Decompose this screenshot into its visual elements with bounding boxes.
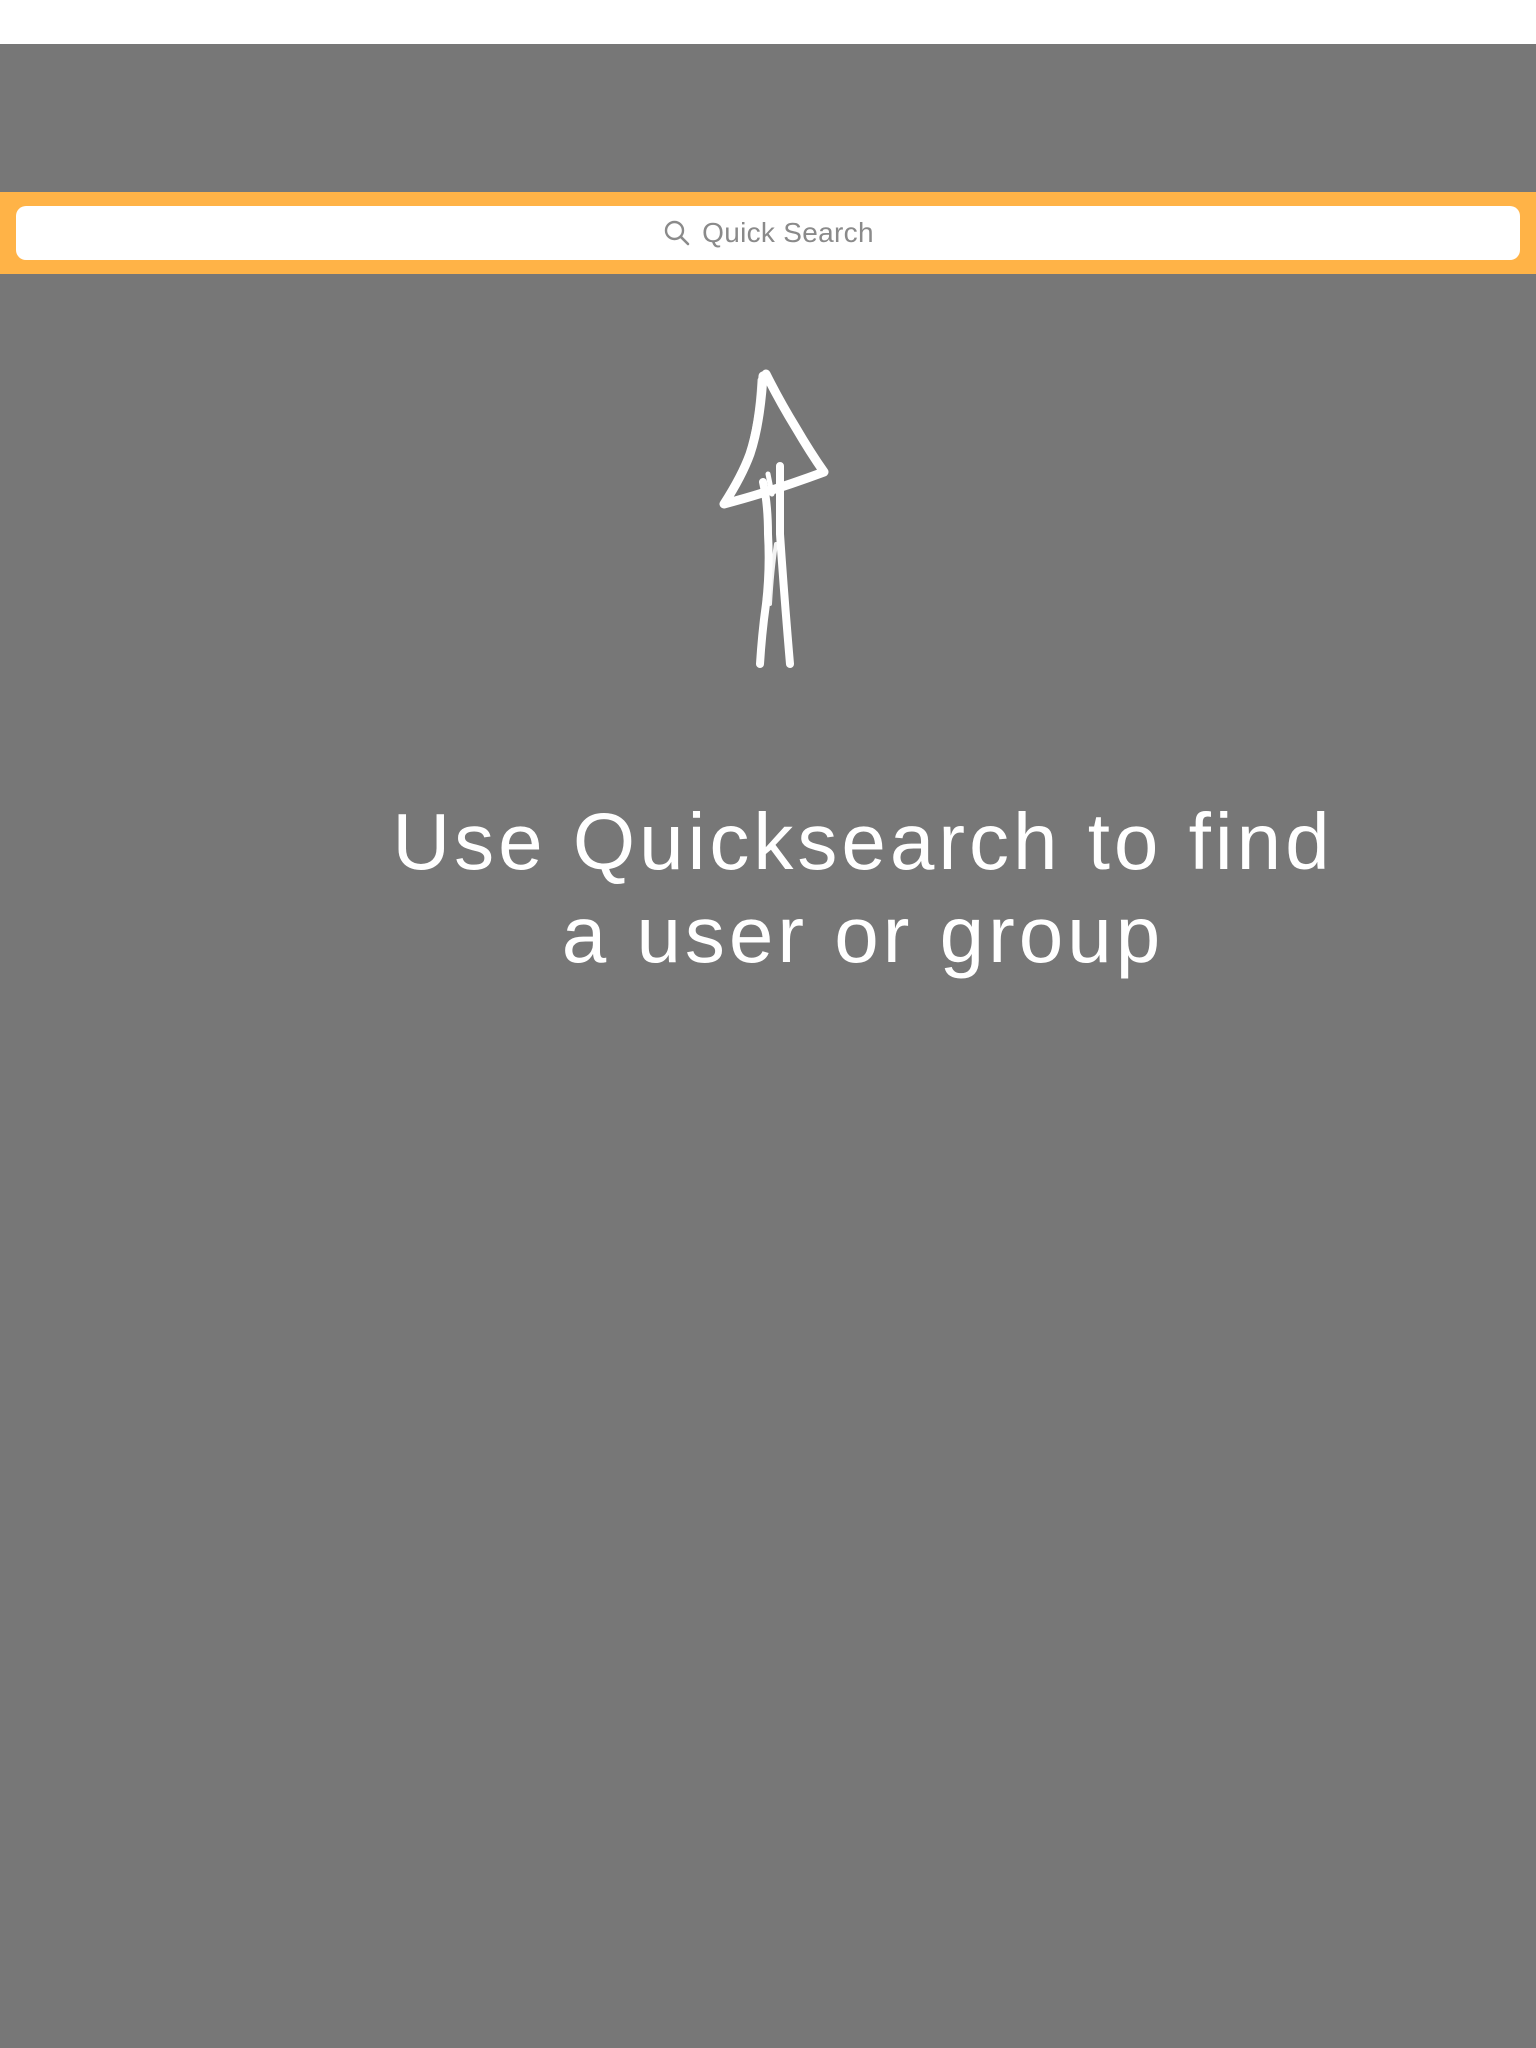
up-arrow-icon bbox=[700, 364, 860, 714]
status-bar bbox=[0, 0, 1536, 44]
search-placeholder: Quick Search bbox=[702, 217, 874, 248]
search-icon bbox=[662, 218, 692, 248]
search-bar: Quick Search bbox=[0, 192, 1536, 274]
search-input[interactable]: Quick Search bbox=[16, 206, 1520, 260]
empty-state-message-line-2: a user or group bbox=[561, 890, 1165, 979]
empty-state-message-line-1: Use Quicksearch to find bbox=[392, 797, 1334, 886]
main-content: Quick Search Use Quicksearch to find a u… bbox=[0, 44, 1536, 2048]
empty-state-message: Use Quicksearch to find a user or group bbox=[268, 795, 1458, 981]
